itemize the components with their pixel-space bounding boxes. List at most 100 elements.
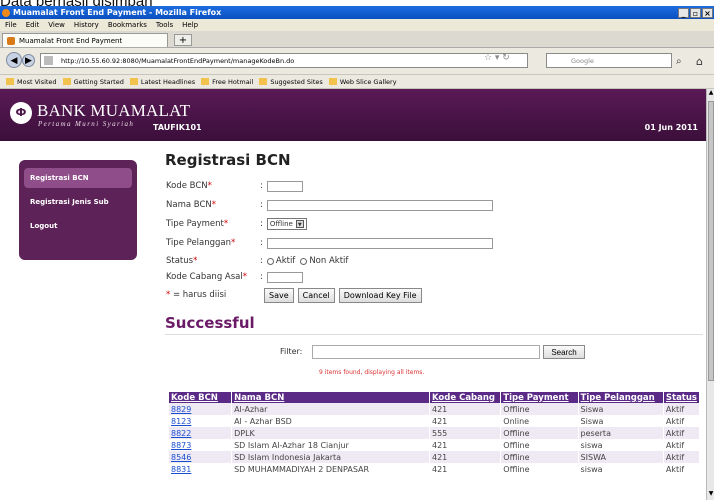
cell-kode-bcn: 8831: [169, 463, 233, 475]
cancel-button[interactable]: Cancel: [297, 287, 335, 303]
cell-nama-bcn: DPLK: [231, 427, 430, 439]
kode-bcn-link[interactable]: 8873: [171, 441, 191, 450]
tipe-pelanggan-input[interactable]: [266, 237, 493, 249]
scroll-up-arrow-icon[interactable]: ▲: [707, 89, 714, 99]
colon: :: [260, 200, 263, 210]
window-title: Muamalat Front End Payment - Mozilla Fir…: [13, 8, 222, 17]
cell-kode-cabang: 421: [429, 463, 502, 475]
kode-bcn-link[interactable]: 8822: [171, 429, 191, 438]
window-controls: _ ▫ ×: [678, 7, 714, 18]
tab-label: Muamalat Front End Payment: [19, 36, 123, 45]
menu-file[interactable]: File: [5, 21, 17, 29]
menu-help[interactable]: Help: [182, 21, 198, 29]
back-arrow-icon[interactable]: ◀: [6, 52, 22, 68]
form-row-nama-bcn: Nama BCN* :: [166, 198, 493, 212]
tipe-payment-select[interactable]: Offline ▼: [266, 218, 307, 230]
bookmark-folder-icon: [62, 78, 71, 85]
kode-bcn-link[interactable]: 8546: [171, 453, 191, 462]
menu-history[interactable]: History: [74, 21, 99, 29]
cell-kode-cabang: 555: [429, 427, 502, 439]
required-marker: *: [242, 272, 247, 282]
success-heading: Successful: [165, 314, 255, 332]
required-marker: *: [207, 181, 212, 191]
status-label-text: Status: [166, 256, 194, 266]
bookmark-star-icon[interactable]: ☆ ▾ ↻: [484, 53, 510, 63]
site-identity-icon[interactable]: [44, 56, 53, 65]
new-tab-button[interactable]: +: [174, 34, 192, 46]
column-kode-cabang[interactable]: Kode Cabang: [429, 392, 502, 403]
search-magnifier-icon[interactable]: ⌕: [676, 56, 682, 67]
filter-input[interactable]: [312, 345, 540, 359]
logged-in-user: TAUFIK101: [153, 123, 202, 132]
cell-nama-bcn: SD MUHAMMADIYAH 2 DENPASAR: [231, 463, 430, 475]
navigation-toolbar: ◀ ▶ http://10.55.60.92:8080/MuamalatFron…: [0, 48, 714, 75]
cell-nama-bcn: SD Islam Al-Azhar 18 Cianjur: [231, 439, 430, 451]
column-status[interactable]: Status: [663, 392, 701, 403]
tipe-pelanggan-label: Tipe Pelanggan*: [166, 238, 260, 248]
url-bar[interactable]: http://10.55.60.92:8080/MuamalatFrontEnd…: [40, 53, 528, 68]
cell-nama-bcn: SD Islam Indonesia Jakarta: [231, 451, 430, 463]
save-button[interactable]: Save: [264, 287, 294, 303]
divider: [165, 334, 703, 335]
kode-cabang-asal-input[interactable]: [266, 271, 303, 283]
column-kode-bcn[interactable]: Kode BCN: [169, 392, 233, 403]
cell-tipe-pelanggan: SISWA: [578, 451, 664, 463]
bookmark-most-visited[interactable]: Most Visited: [6, 78, 57, 86]
cell-kode-bcn: 8829: [169, 403, 233, 415]
page-scrollbar[interactable]: ▲ ▼: [706, 89, 714, 500]
sidebar-item-logout[interactable]: Logout: [24, 216, 132, 236]
status-non-aktif-label: Non Aktif: [309, 256, 349, 266]
column-nama-bcn[interactable]: Nama BCN: [231, 392, 430, 403]
bookmark-getting-started[interactable]: Getting Started: [62, 78, 124, 86]
menu-view[interactable]: View: [48, 21, 65, 29]
minimize-button[interactable]: _: [678, 7, 689, 18]
kode-bcn-link[interactable]: 8123: [171, 417, 191, 426]
cell-tipe-pelanggan: siswa: [578, 439, 664, 451]
form-row-tipe-payment: Tipe Payment* : Offline ▼: [166, 217, 307, 231]
close-button[interactable]: ×: [702, 7, 713, 18]
download-key-file-button[interactable]: Download Key File: [338, 287, 422, 303]
bank-logo-icon: Ф: [10, 102, 32, 124]
status-aktif-radio[interactable]: [266, 257, 274, 265]
colon: :: [260, 238, 263, 248]
sidebar-item-registrasi-bcn[interactable]: Registrasi BCN: [24, 168, 132, 188]
table-row: 8829 Al-Azhar 421 Offline Siswa Aktif: [169, 403, 701, 415]
kode-cabang-asal-label: Kode Cabang Asal*: [166, 272, 260, 282]
bookmark-suggested-sites[interactable]: Suggested Sites: [259, 78, 323, 86]
web-search-input[interactable]: Google: [546, 53, 672, 68]
maximize-button[interactable]: ▫: [690, 7, 701, 18]
cell-status: Aktif: [663, 427, 701, 439]
nama-bcn-input[interactable]: [266, 199, 493, 211]
required-marker: *: [193, 256, 198, 266]
cell-tipe-payment: Offline: [500, 403, 579, 415]
tab-muamalat[interactable]: Muamalat Front End Payment: [2, 33, 168, 47]
sidebar-item-registrasi-jenis-sub[interactable]: Registrasi Jenis Sub: [24, 192, 132, 212]
home-icon[interactable]: ⌂: [696, 55, 703, 68]
menu-edit[interactable]: Edit: [26, 21, 40, 29]
table-row: 8123 Al - Azhar BSD 421 Online Siswa Akt…: [169, 415, 701, 427]
bookmark-web-slice-gallery[interactable]: Web Slice Gallery: [328, 77, 397, 86]
bookmark-label: Web Slice Gallery: [339, 77, 397, 86]
kode-bcn-link[interactable]: 8829: [171, 405, 191, 414]
status-non-aktif-radio[interactable]: [300, 257, 308, 265]
column-tipe-payment[interactable]: Tipe Payment: [500, 392, 579, 403]
bank-tagline: Pertama Murni Syariah: [38, 120, 135, 128]
menu-bookmarks[interactable]: Bookmarks: [108, 21, 147, 29]
search-button[interactable]: Search: [543, 345, 585, 359]
kode-bcn-input[interactable]: [266, 180, 303, 192]
bookmark-free-hotmail[interactable]: Free Hotmail: [201, 78, 253, 86]
cell-status: Aktif: [663, 463, 701, 475]
required-note: * = harus diisi: [166, 290, 260, 300]
colon: :: [260, 181, 263, 191]
colon: :: [260, 256, 263, 266]
scroll-thumb[interactable]: [708, 101, 714, 381]
cell-kode-bcn: 8822: [169, 427, 233, 439]
forward-arrow-icon[interactable]: ▶: [22, 54, 35, 67]
cell-kode-bcn: 8123: [169, 415, 233, 427]
scroll-down-arrow-icon[interactable]: ▼: [707, 490, 714, 500]
window-titlebar: Muamalat Front End Payment - Mozilla Fir…: [0, 6, 714, 19]
column-tipe-pelanggan[interactable]: Tipe Pelanggan: [578, 392, 664, 403]
kode-bcn-link[interactable]: 8831: [171, 465, 191, 474]
bookmark-latest-headlines[interactable]: Latest Headlines: [129, 78, 195, 86]
menu-tools[interactable]: Tools: [156, 21, 173, 29]
